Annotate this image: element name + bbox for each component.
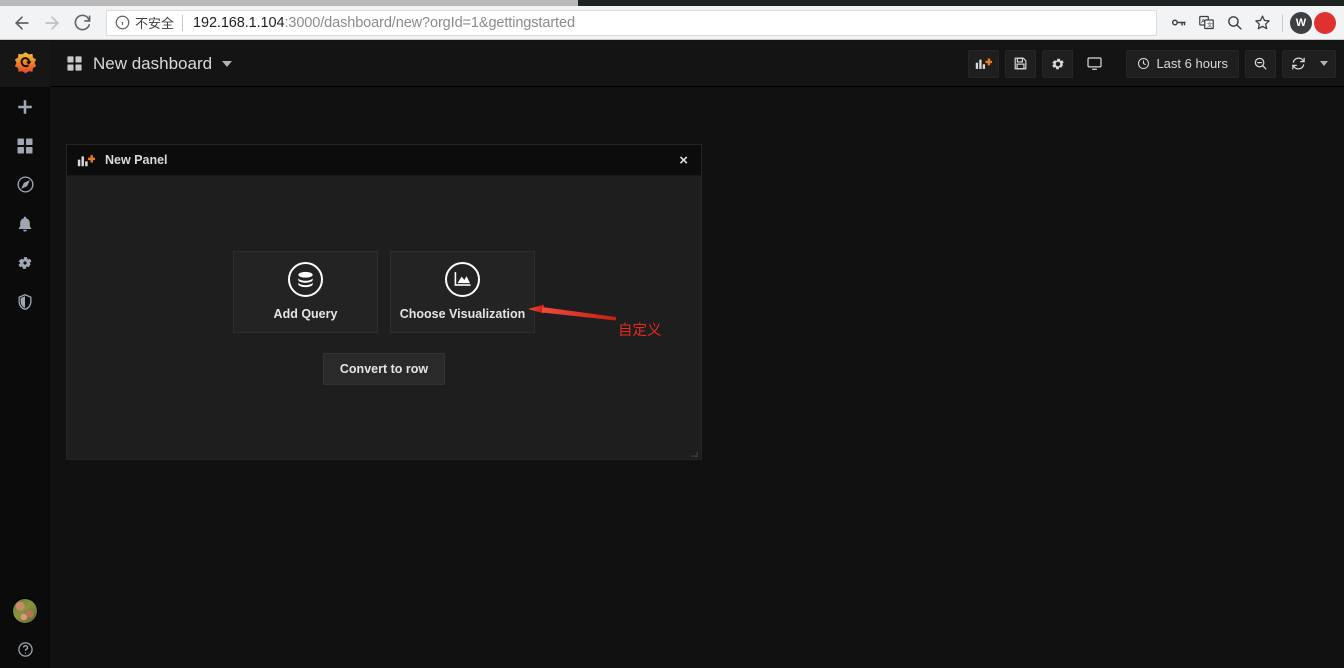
refresh-control-group (1282, 49, 1336, 78)
save-floppy-icon (1015, 57, 1027, 70)
address-bar[interactable]: 不安全 192.168.1.104:3000/dashboard/new?org… (106, 9, 1157, 36)
clock-icon (1138, 57, 1150, 70)
plus-icon (18, 99, 32, 114)
new-panel: New Panel × Add Query Choose Visualizati… (66, 144, 702, 460)
add-panel-icon (976, 58, 993, 69)
time-range-label: Last 6 hours (1156, 56, 1228, 71)
browser-active-tab[interactable] (0, 0, 578, 6)
dashboards-grid-icon (67, 56, 82, 71)
sidebar-item-create[interactable] (0, 87, 50, 126)
add-query-card[interactable]: Add Query (233, 250, 378, 333)
save-dashboard-button[interactable] (1005, 49, 1037, 78)
dashboard-topnav: New dashboard Last 6 hours (50, 41, 1344, 87)
help-menu[interactable] (0, 630, 50, 668)
grafana-app: New dashboard Last 6 hours New Panel × A… (0, 41, 1344, 668)
url-path: :3000/dashboard/new?orgId=1&gettingstart… (284, 14, 575, 31)
gear-icon (18, 256, 32, 269)
panel-header[interactable]: New Panel × (67, 145, 701, 176)
database-stack-icon (288, 262, 323, 297)
browser-tabstrip-background (578, 0, 1344, 6)
compass-icon (16, 176, 34, 193)
security-status-label: 不安全 (135, 16, 175, 31)
sidebar-item-alerting[interactable] (0, 204, 50, 243)
sidebar (0, 41, 50, 668)
bell-icon (18, 216, 32, 231)
question-circle-icon (17, 641, 33, 657)
convert-to-row-button[interactable]: Convert to row (322, 352, 446, 385)
user-avatar[interactable] (0, 592, 50, 630)
zoom-out-icon (1254, 57, 1267, 70)
panel-action-cards: Add Query Choose Visualization (233, 250, 535, 333)
area-graph-icon (445, 262, 480, 297)
refresh-interval-dropdown[interactable] (1313, 51, 1335, 77)
dashboards-grid-icon (17, 138, 33, 153)
dashboard-settings-button[interactable] (1042, 49, 1074, 78)
sidebar-item-configuration[interactable] (0, 243, 50, 282)
topnav-toolbar: Last 6 hours (968, 49, 1336, 78)
reload-icon[interactable] (68, 9, 96, 37)
back-arrow-icon[interactable] (8, 9, 36, 37)
url-host: 192.168.1.104 (193, 14, 285, 31)
bookmark-star-icon[interactable] (1249, 10, 1275, 36)
url-text: 192.168.1.104:3000/dashboard/new?orgId=1… (193, 15, 575, 31)
grafana-logo-icon[interactable] (0, 41, 50, 87)
extension-w-icon[interactable]: W (1290, 11, 1312, 34)
extension-red-icon[interactable] (1314, 11, 1336, 34)
dashboard-canvas: New Panel × Add Query Choose Visualizati… (50, 87, 1344, 668)
close-icon[interactable]: × (676, 151, 691, 170)
translate-icon[interactable]: A 文 (1193, 10, 1219, 36)
chevron-down-icon (1320, 61, 1328, 66)
svg-text:A: A (1201, 19, 1205, 25)
forward-arrow-icon (38, 9, 66, 37)
browser-tab-strip[interactable] (0, 0, 1344, 6)
omnibox-divider (182, 14, 184, 31)
resize-handle-icon[interactable] (687, 445, 699, 457)
panel-body: Add Query Choose Visualization Convert t… (67, 176, 701, 459)
dashboard-title-group[interactable]: New dashboard (66, 53, 233, 74)
time-range-picker[interactable]: Last 6 hours (1126, 49, 1239, 78)
chevron-down-icon[interactable] (222, 60, 233, 67)
choose-visualization-label: Choose Visualization (399, 307, 526, 321)
sidebar-item-explore[interactable] (0, 165, 50, 204)
add-panel-icon (77, 153, 95, 168)
refresh-icon (1291, 57, 1305, 70)
sidebar-item-dashboards[interactable] (0, 126, 50, 165)
cycle-view-mode-button[interactable] (1079, 50, 1110, 78)
password-key-icon[interactable] (1165, 10, 1191, 36)
sidebar-item-server-admin[interactable] (0, 282, 50, 321)
zoom-out-time-button[interactable] (1245, 49, 1276, 78)
shield-icon (18, 293, 32, 310)
panel-title: New Panel (105, 153, 168, 167)
gear-icon (1052, 58, 1064, 69)
page-title: New dashboard (93, 53, 213, 73)
add-panel-button[interactable] (968, 49, 1000, 78)
add-query-label: Add Query (273, 307, 338, 321)
refresh-button[interactable] (1283, 51, 1313, 77)
zoom-search-icon[interactable] (1221, 10, 1247, 36)
monitor-icon (1087, 57, 1103, 70)
info-circle-icon[interactable] (115, 15, 130, 30)
toolbar-divider (1282, 13, 1283, 32)
avatar-icon (12, 598, 38, 624)
choose-visualization-card[interactable]: Choose Visualization (390, 250, 535, 333)
browser-toolbar: 不安全 192.168.1.104:3000/dashboard/new?org… (0, 6, 1344, 40)
